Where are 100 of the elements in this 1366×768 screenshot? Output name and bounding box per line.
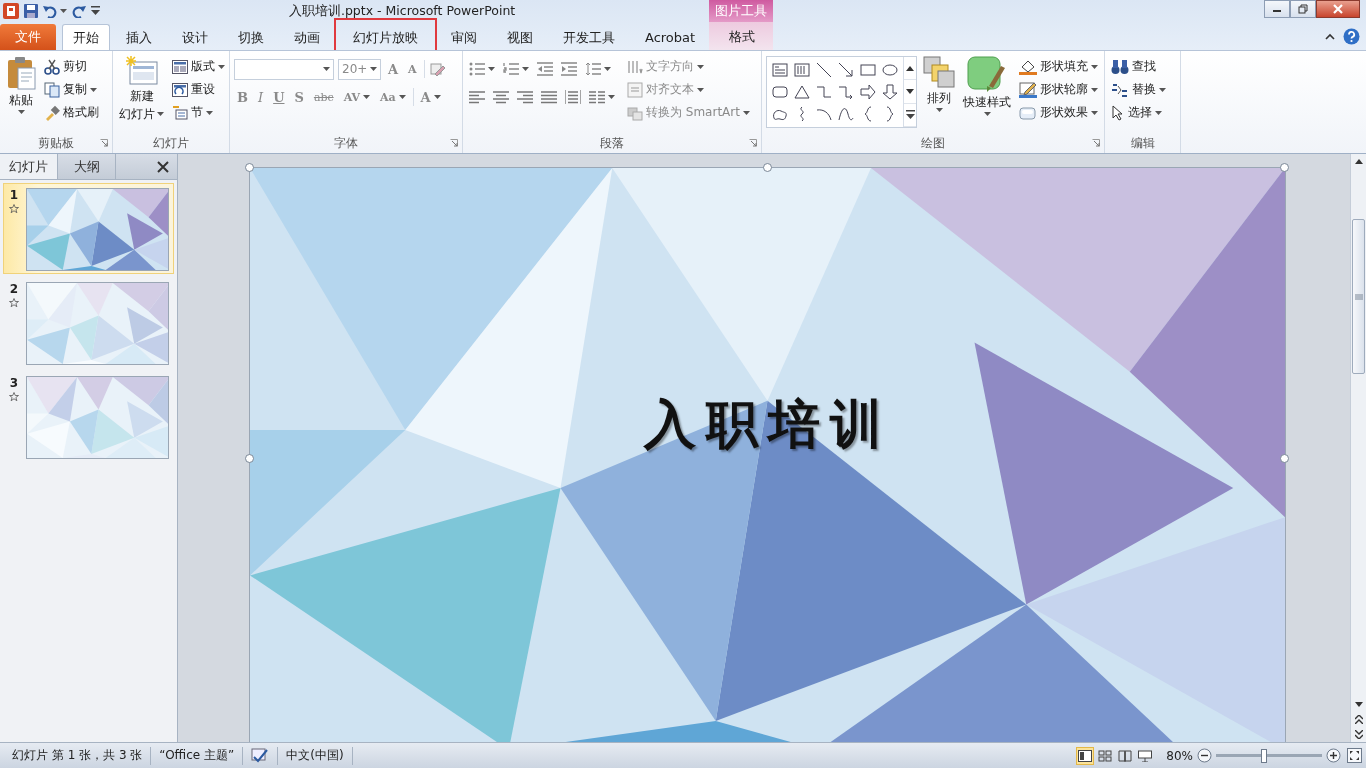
select-button[interactable]: 选择 xyxy=(1109,102,1168,123)
shape-fill-button[interactable]: 形状填充 xyxy=(1017,56,1100,77)
replace-button[interactable]: 替换 xyxy=(1109,79,1168,100)
caret-icon xyxy=(604,67,611,71)
app-icon[interactable] xyxy=(3,3,19,19)
new-slide-button[interactable]: 新建 幻灯片 xyxy=(117,54,166,133)
resize-handle[interactable] xyxy=(1280,163,1289,172)
caret-icon xyxy=(1091,87,1098,92)
caret-icon xyxy=(433,95,441,99)
caret-icon xyxy=(17,110,25,115)
align-center-icon xyxy=(493,90,509,104)
theme-name-text: “Office 主题” xyxy=(159,747,235,764)
format-painter-button[interactable]: 格式刷 xyxy=(42,102,101,123)
replace-icon xyxy=(1111,81,1129,98)
scroll-up-icon[interactable] xyxy=(1354,159,1363,164)
ribbon-tab[interactable]: 审阅 xyxy=(437,24,491,50)
slide-thumbnail-item[interactable]: 1 xyxy=(3,183,174,274)
next-slide-icon[interactable] xyxy=(1354,730,1363,739)
panel-tab[interactable]: 幻灯片 xyxy=(0,154,58,179)
customize-icon[interactable] xyxy=(905,109,915,120)
right-arrow-icon[interactable] xyxy=(860,84,876,100)
resize-handle[interactable] xyxy=(762,163,772,172)
line-icon[interactable] xyxy=(816,62,832,78)
smartart-icon xyxy=(627,104,643,121)
vertical-text-box-icon[interactable] xyxy=(794,62,810,78)
ribbon-tab[interactable]: 设计 xyxy=(168,24,222,50)
ribbon-tab[interactable]: 视图 xyxy=(493,24,547,50)
ribbon-tab[interactable]: Acrobat xyxy=(631,24,710,50)
redo-icon[interactable] xyxy=(72,4,86,18)
ribbon-tab[interactable]: 格式 xyxy=(711,22,774,50)
panel-tab[interactable]: 大纲 xyxy=(58,154,116,179)
dialog-launcher-icon[interactable] xyxy=(100,139,108,147)
fit-to-window-icon[interactable] xyxy=(1347,748,1362,763)
zoom-slider-thumb[interactable] xyxy=(1261,748,1267,763)
language-text: 中文(中国) xyxy=(286,747,344,764)
rectangle-icon[interactable] xyxy=(860,62,876,78)
section-button[interactable]: 节 xyxy=(170,102,227,123)
collapse-icon[interactable] xyxy=(1325,32,1335,40)
arrange-button[interactable]: 排列 xyxy=(921,54,957,133)
copy-button[interactable]: 复制 xyxy=(42,79,101,100)
star-icon xyxy=(8,298,19,308)
close-button[interactable] xyxy=(1316,0,1360,18)
dialog-launcher-icon[interactable] xyxy=(749,139,757,147)
minimize-button[interactable] xyxy=(1264,0,1290,18)
arrow-line-icon[interactable] xyxy=(838,62,854,78)
zoom-out-icon[interactable] xyxy=(1197,748,1212,763)
previous-slide-icon[interactable] xyxy=(1354,715,1363,724)
oval-icon[interactable] xyxy=(882,62,898,78)
quick-styles-button[interactable]: 快速样式 xyxy=(961,54,1013,133)
layout-button[interactable]: 版式 xyxy=(170,56,227,77)
shape-effects-button[interactable]: 形状效果 xyxy=(1017,102,1100,123)
triangle-icon[interactable] xyxy=(794,84,810,100)
group-label: 剪贴板 xyxy=(38,134,74,152)
find-button[interactable]: 查找 xyxy=(1109,56,1168,77)
caret-icon xyxy=(1091,110,1098,115)
shapes-gallery[interactable] xyxy=(766,56,917,128)
save-icon[interactable] xyxy=(24,4,38,18)
down-arrow-icon[interactable] xyxy=(882,84,898,100)
rounded-rectangle-icon[interactable] xyxy=(772,84,788,100)
restore-button[interactable] xyxy=(1290,0,1316,18)
clipboard-icon xyxy=(6,56,36,90)
shape-outline-button[interactable]: 形状轮廓 xyxy=(1017,79,1100,100)
undo-button[interactable] xyxy=(43,4,67,18)
scroll-down-icon[interactable] xyxy=(906,89,914,94)
curve-icon[interactable] xyxy=(838,106,854,122)
columns-icon xyxy=(589,90,605,104)
proofing-icon[interactable] xyxy=(251,747,270,764)
arc-icon[interactable] xyxy=(816,106,832,122)
resize-handle[interactable] xyxy=(245,454,254,463)
elbow-arrow-icon[interactable] xyxy=(838,84,854,100)
vertical-scrollbar[interactable] xyxy=(1350,154,1366,742)
help-icon[interactable] xyxy=(1343,27,1360,45)
scroll-down-icon[interactable] xyxy=(1354,702,1363,707)
caret-icon xyxy=(1091,64,1098,69)
ribbon-tab[interactable]: 动画 xyxy=(280,24,334,50)
ribbon-tab[interactable]: 幻灯片放映 xyxy=(336,20,435,54)
paste-button[interactable]: 粘贴 xyxy=(4,54,38,133)
ribbon-tab[interactable]: 切换 xyxy=(224,24,278,50)
reset-button[interactable]: 重设 xyxy=(170,79,227,100)
cut-button[interactable]: 剪切 xyxy=(42,56,101,77)
ribbon-tab[interactable]: 开始 xyxy=(62,24,110,50)
normal-view-button[interactable] xyxy=(1076,746,1095,765)
scissors-icon xyxy=(44,58,60,75)
elbow-connector-icon[interactable] xyxy=(816,84,832,100)
resize-handle[interactable] xyxy=(1280,454,1289,463)
ribbon-tab[interactable]: 插入 xyxy=(112,24,166,50)
align-right-icon xyxy=(517,90,533,104)
group-label: 幻灯片 xyxy=(153,134,189,152)
text-box-icon[interactable] xyxy=(772,62,788,78)
align-text-icon xyxy=(627,81,643,98)
paintbrush-icon xyxy=(44,104,60,121)
close-icon xyxy=(1332,4,1344,14)
ribbon-tab[interactable]: 开发工具 xyxy=(549,24,629,50)
zoom-in-icon[interactable] xyxy=(1326,748,1341,763)
dialog-launcher-icon[interactable] xyxy=(450,139,458,147)
scroll-up-icon[interactable] xyxy=(906,65,914,71)
file-tab[interactable]: 文件 xyxy=(0,24,56,50)
customize-icon[interactable] xyxy=(91,6,100,16)
dialog-launcher-icon[interactable] xyxy=(1092,139,1100,147)
resize-handle[interactable] xyxy=(245,163,254,172)
